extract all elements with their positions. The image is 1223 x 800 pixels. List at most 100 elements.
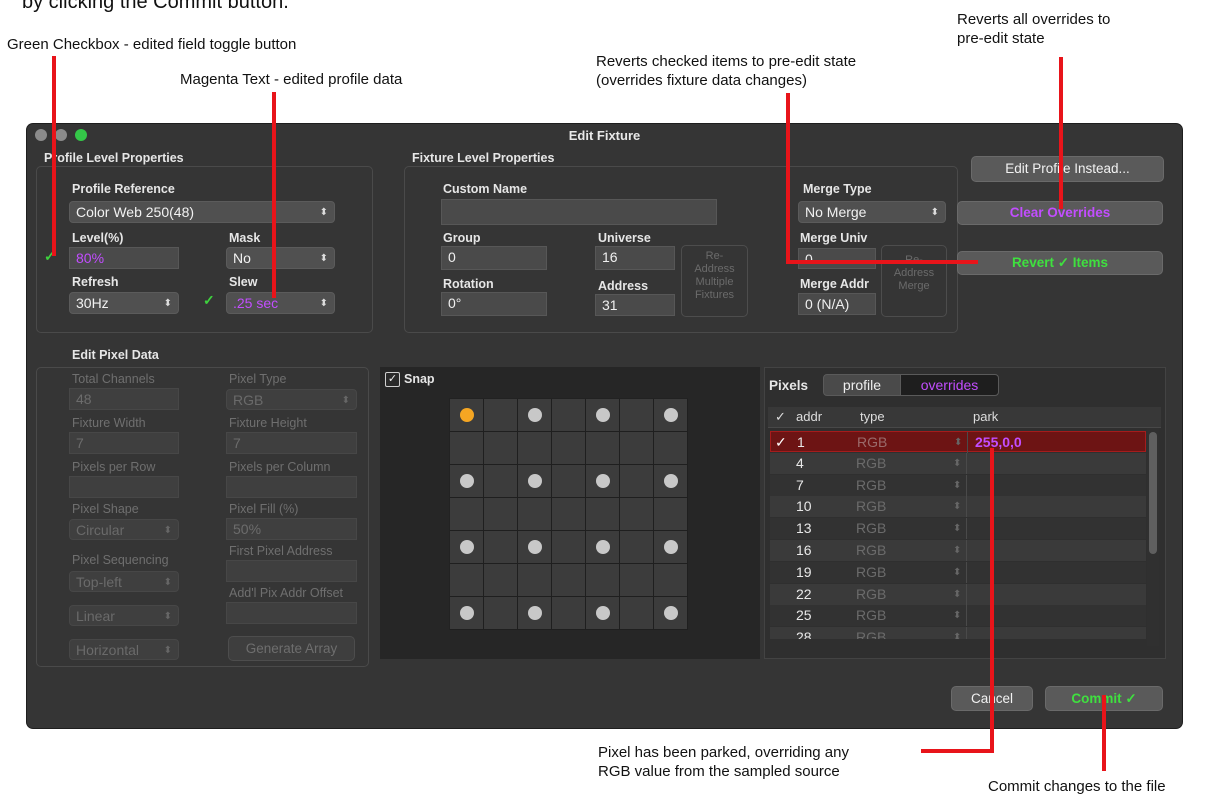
merge-addr-field[interactable]: 0 (N/A): [798, 293, 876, 315]
pixel-grid-cell[interactable]: [484, 597, 518, 630]
table-scrollbar-thumb[interactable]: [1149, 432, 1157, 554]
pixel-grid-cell[interactable]: [518, 597, 552, 630]
pixel-grid-cell[interactable]: [654, 399, 688, 432]
revert-checked-items-button[interactable]: Revert ✓ Items: [957, 251, 1163, 275]
edit-profile-instead-button[interactable]: Edit Profile Instead...: [971, 156, 1164, 182]
pixel-grid-cell[interactable]: [518, 432, 552, 465]
group-field[interactable]: 0: [441, 246, 547, 270]
custom-name-field[interactable]: [441, 199, 717, 225]
table-row[interactable]: 7 RGB ⬍: [770, 474, 1146, 496]
pixel-grid-cell[interactable]: [518, 498, 552, 531]
pixel-grid-cell[interactable]: [654, 465, 688, 498]
address-field[interactable]: 31: [595, 294, 675, 316]
pixel-grid-cell[interactable]: [518, 564, 552, 597]
table-row[interactable]: 19 RGB ⬍: [770, 561, 1146, 583]
pixel-grid-cell[interactable]: [450, 564, 484, 597]
select-arrows-icon[interactable]: ⬍: [953, 518, 961, 539]
slew-select[interactable]: .25 sec ⬍: [226, 292, 335, 314]
pixel-grid-cell[interactable]: [586, 531, 620, 564]
select-arrows-icon[interactable]: ⬍: [953, 453, 961, 474]
table-row[interactable]: 4 RGB ⬍: [770, 452, 1146, 474]
table-row[interactable]: 22 RGB ⬍: [770, 583, 1146, 605]
refresh-select[interactable]: 30Hz ⬍: [69, 292, 179, 314]
close-window-button[interactable]: [35, 129, 47, 141]
pixel-grid-cell[interactable]: [586, 399, 620, 432]
pixel-shape-select[interactable]: Circular ⬍: [69, 519, 179, 540]
horizontal-select[interactable]: Horizontal ⬍: [69, 639, 179, 660]
snap-checkbox[interactable]: ✓: [385, 372, 400, 387]
linear-select[interactable]: Linear ⬍: [69, 605, 179, 626]
pixel-grid-cell[interactable]: [484, 564, 518, 597]
pixel-grid-cell[interactable]: [654, 564, 688, 597]
addl-offset-field[interactable]: [226, 602, 357, 624]
select-arrows-icon[interactable]: ⬍: [953, 496, 961, 517]
select-arrows-icon[interactable]: ⬍: [953, 540, 961, 561]
table-row[interactable]: 10 RGB ⬍: [770, 496, 1146, 518]
table-row[interactable]: ✓ 1 RGB ⬍ 255,0,0: [770, 431, 1146, 453]
pixel-grid-cell[interactable]: [450, 498, 484, 531]
pixels-per-column-field[interactable]: [226, 476, 357, 498]
fixture-height-field[interactable]: 7: [226, 432, 357, 454]
pixel-grid-cell[interactable]: [518, 465, 552, 498]
pixel-grid-cell[interactable]: [654, 432, 688, 465]
select-arrows-icon[interactable]: ⬍: [953, 562, 961, 583]
merge-univ-field[interactable]: 0: [798, 248, 876, 269]
first-pixel-address-field[interactable]: [226, 560, 357, 582]
pixel-grid-cell[interactable]: [484, 432, 518, 465]
pixel-type-select[interactable]: RGB ⬍: [226, 389, 357, 410]
pixel-grid-cell[interactable]: [586, 465, 620, 498]
pixels-per-row-field[interactable]: [69, 476, 179, 498]
pixel-grid-cell[interactable]: [620, 597, 654, 630]
pixel-grid-cell[interactable]: [586, 432, 620, 465]
pixel-fill-field[interactable]: 50%: [226, 518, 357, 540]
pixel-sequencing-select[interactable]: Top-left ⬍: [69, 571, 179, 592]
pixel-grid-cell[interactable]: [620, 399, 654, 432]
slew-edited-check-toggle[interactable]: ✓: [203, 292, 215, 309]
pixel-grid-cell[interactable]: [552, 498, 586, 531]
fixture-width-field[interactable]: 7: [69, 432, 179, 454]
pixel-grid-cell[interactable]: [450, 531, 484, 564]
pixel-grid-cell[interactable]: [586, 498, 620, 531]
pixel-grid-cell[interactable]: [450, 432, 484, 465]
pixel-grid-cell[interactable]: [586, 564, 620, 597]
pixel-grid-cell[interactable]: [552, 465, 586, 498]
tab-overrides[interactable]: overrides: [900, 374, 999, 396]
pixel-grid-cell[interactable]: [586, 597, 620, 630]
pixel-grid-cell[interactable]: [484, 465, 518, 498]
table-row[interactable]: 13 RGB ⬍: [770, 518, 1146, 540]
table-row[interactable]: 25 RGB ⬍: [770, 605, 1146, 627]
pixel-grid-cell[interactable]: [654, 498, 688, 531]
pixel-grid-cell[interactable]: [620, 498, 654, 531]
readdress-multiple-button[interactable]: Re- Address Multiple Fixtures: [681, 245, 748, 317]
zoom-window-button[interactable]: [75, 129, 87, 141]
row-check-toggle[interactable]: ✓: [775, 432, 787, 453]
generate-array-button[interactable]: Generate Array: [228, 636, 355, 661]
profile-reference-select[interactable]: Color Web 250(48) ⬍: [69, 201, 335, 223]
level-field[interactable]: 80%: [69, 247, 179, 269]
pixel-grid-cell[interactable]: [620, 564, 654, 597]
pixel-grid-cell[interactable]: [552, 399, 586, 432]
table-row[interactable]: 16 RGB ⬍: [770, 540, 1146, 561]
select-arrows-icon[interactable]: ⬍: [954, 432, 962, 453]
minimize-window-button[interactable]: [55, 129, 67, 141]
select-arrows-icon[interactable]: ⬍: [953, 605, 961, 626]
pixel-grid-cell[interactable]: [450, 465, 484, 498]
pixel-grid-cell[interactable]: [552, 597, 586, 630]
pixel-grid-cell[interactable]: [620, 465, 654, 498]
pixel-grid-cell[interactable]: [450, 597, 484, 630]
pixel-grid-cell[interactable]: [484, 399, 518, 432]
mask-select[interactable]: No ⬍: [226, 247, 335, 269]
table-row[interactable]: 28 RGB ⬍: [770, 627, 1146, 640]
row-park[interactable]: 255,0,0: [975, 432, 1022, 453]
pixel-grid-cell[interactable]: [552, 432, 586, 465]
pixel-grid-cell[interactable]: [518, 531, 552, 564]
readdress-merge-button[interactable]: Re- Address Merge: [881, 245, 947, 317]
pixel-grid-cell[interactable]: [654, 597, 688, 630]
pixel-grid-cell[interactable]: [552, 531, 586, 564]
pixel-grid[interactable]: [449, 398, 688, 630]
tab-profile[interactable]: profile: [823, 374, 901, 396]
merge-type-select[interactable]: No Merge ⬍: [798, 201, 946, 223]
pixel-grid-cell[interactable]: [552, 564, 586, 597]
select-arrows-icon[interactable]: ⬍: [953, 475, 961, 496]
pixel-grid-cell[interactable]: [484, 531, 518, 564]
